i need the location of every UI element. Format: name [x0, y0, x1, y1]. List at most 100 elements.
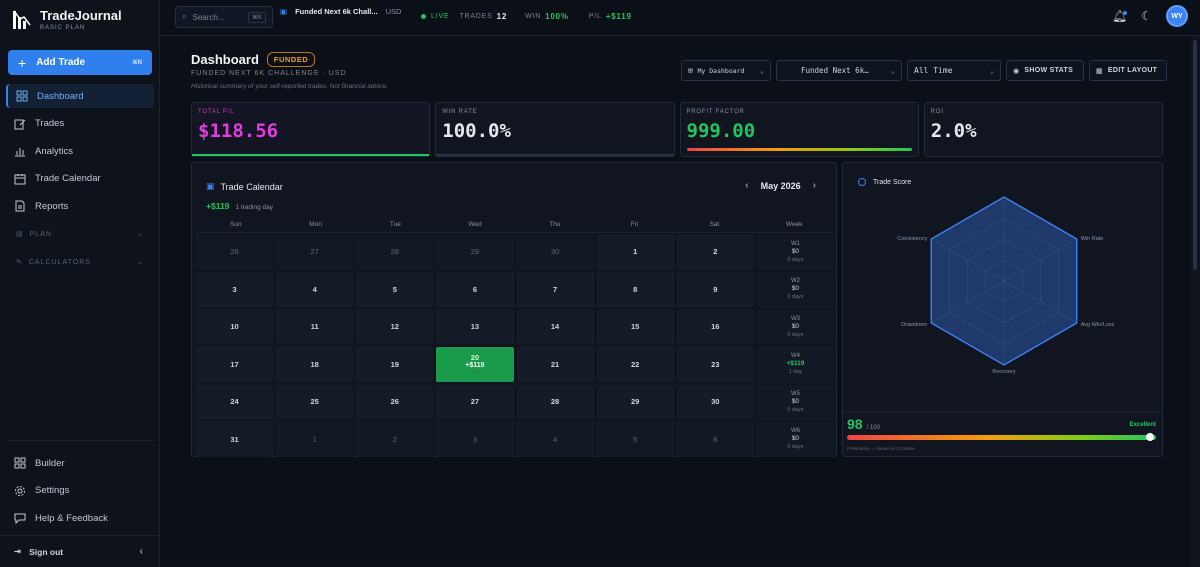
- calendar-day[interactable]: 4: [276, 272, 354, 307]
- avatar[interactable]: WY: [1166, 5, 1188, 27]
- profit-factor-gauge: [686, 148, 912, 151]
- calendar-day[interactable]: 14: [516, 309, 594, 344]
- range-select[interactable]: All Time ⌄: [907, 60, 1001, 81]
- calendar-day[interactable]: 6: [436, 272, 514, 307]
- calendar-icon: ▣: [280, 7, 288, 16]
- calendar-day[interactable]: 15: [596, 309, 674, 344]
- sidebar-item-builder[interactable]: Builder: [6, 451, 154, 475]
- sidebar-item-label: Settings: [35, 485, 70, 496]
- edit-layout-button[interactable]: ▦ EDIT LAYOUT: [1089, 60, 1167, 81]
- calendar-day[interactable]: 1: [276, 422, 354, 457]
- calendar-day[interactable]: 29: [596, 384, 674, 419]
- kpi-profit-factor[interactable]: PROFIT FACTOR 999.00: [679, 102, 919, 157]
- theme-toggle[interactable]: ☾: [1141, 9, 1152, 23]
- sidebar-item-analytics[interactable]: Analytics: [6, 139, 154, 163]
- calendar-day[interactable]: 3: [436, 422, 514, 457]
- collapse-sidebar-icon[interactable]: ‹: [140, 546, 143, 557]
- sidebar-item-settings[interactable]: Settings: [6, 479, 154, 503]
- prev-month-button[interactable]: ‹: [745, 180, 748, 191]
- calendar-day[interactable]: 18: [276, 347, 354, 382]
- day-number: 29: [631, 397, 640, 407]
- calendar-day[interactable]: 31: [196, 422, 274, 457]
- page-scrollbar[interactable]: [1190, 36, 1200, 567]
- kpi-label: WIN RATE: [442, 109, 478, 115]
- calendar-day[interactable]: 9: [676, 272, 754, 307]
- pl-value: +$119: [605, 12, 632, 21]
- calendar-day[interactable]: 23: [676, 347, 754, 382]
- chevron-down-icon: ⌄: [759, 66, 764, 75]
- calendar-day[interactable]: 24: [196, 384, 274, 419]
- calendar-day[interactable]: 8: [596, 272, 674, 307]
- sidebar-item-help[interactable]: Help & Feedback: [6, 506, 154, 530]
- calendar-day[interactable]: 26: [196, 234, 274, 269]
- page-subtitle: FUNDED NEXT 6K CHALLENGE · USD: [191, 70, 347, 77]
- account-select[interactable]: Funded Next 6k… ⌄: [776, 60, 902, 81]
- sidebar-item-trades[interactable]: Trades: [6, 112, 154, 136]
- calendar-day[interactable]: 17: [196, 347, 274, 382]
- kpi-win-rate[interactable]: WIN RATE 100.0%: [435, 102, 675, 157]
- calendar-header: ▣ Trade Calendar: [206, 181, 283, 192]
- calendar-day[interactable]: 26: [356, 384, 434, 419]
- calendar-day[interactable]: 5: [596, 422, 674, 457]
- scrollbar-thumb[interactable]: [1193, 40, 1197, 270]
- sidebar-item-dashboard[interactable]: Dashboard: [6, 84, 154, 108]
- calendar-day[interactable]: 27: [436, 384, 514, 419]
- calendar-day[interactable]: 7: [516, 272, 594, 307]
- week-summary[interactable]: W5 $0 0 days: [756, 384, 834, 419]
- sidebar-item-trade-calendar[interactable]: Trade Calendar: [6, 167, 154, 191]
- calendar-day[interactable]: 13: [436, 309, 514, 344]
- calendar-day-win[interactable]: 20 +$119 1 trade: [436, 347, 514, 382]
- day-number: 23: [711, 359, 720, 369]
- calendar-summary: +$119 1 trading day: [206, 201, 273, 211]
- kpi-roi[interactable]: ROI 2.0%: [923, 102, 1163, 157]
- calendar-week-row: 3 4 5 6 7 8 9 W2 $0 0 days: [196, 271, 834, 309]
- calendar-day[interactable]: 28: [356, 234, 434, 269]
- week-amt: $0: [791, 247, 800, 255]
- calendar-day[interactable]: 2: [676, 234, 754, 269]
- grid-icon: [14, 457, 26, 469]
- calendar-day[interactable]: 6: [676, 422, 754, 457]
- notification-button[interactable]: 🔔︎: [1112, 9, 1128, 23]
- app-logo[interactable]: TradeJournal BASIC PLAN: [12, 8, 122, 31]
- calendar-day[interactable]: 1: [596, 234, 674, 269]
- calendar-day[interactable]: 30: [676, 384, 754, 419]
- calendar-day[interactable]: 22: [596, 347, 674, 382]
- calendar-day[interactable]: 30: [516, 234, 594, 269]
- calendar-day[interactable]: 4: [516, 422, 594, 457]
- show-stats-button[interactable]: ◉ SHOW STATS: [1006, 60, 1084, 81]
- calendar-day[interactable]: 12: [356, 309, 434, 344]
- calendar-day[interactable]: 11: [276, 309, 354, 344]
- chevron-down-icon: ⌄: [989, 66, 994, 75]
- calendar-week-row: 24 25 26 27 28 29 30 W5 $0 0 days: [196, 383, 834, 421]
- weekday-header: Wed: [468, 221, 482, 228]
- calendar-day[interactable]: 29: [436, 234, 514, 269]
- add-trade-button[interactable]: + Add Trade ⌘N: [8, 50, 152, 75]
- search-input[interactable]: ⌕ Search... ⌘K: [175, 6, 273, 28]
- sidebar-group-plan[interactable]: ▤ PLAN ⌄: [6, 224, 154, 244]
- week-summary[interactable]: W3 $0 0 days: [756, 309, 834, 344]
- calendar-day[interactable]: 10: [196, 309, 274, 344]
- week-summary[interactable]: W4 +$119 1 day: [756, 347, 834, 382]
- next-month-button[interactable]: ›: [813, 180, 816, 191]
- calendar-day[interactable]: 16: [676, 309, 754, 344]
- calendar-day[interactable]: 3: [196, 272, 274, 307]
- calendar-day[interactable]: 27: [276, 234, 354, 269]
- layout-select[interactable]: ⊞ My Dashboard ⌄: [681, 60, 771, 81]
- week-wk: W3: [790, 315, 800, 322]
- sidebar-item-label: Help & Feedback: [35, 512, 108, 524]
- calendar-day[interactable]: 21: [516, 347, 594, 382]
- calendar-day[interactable]: 2: [356, 422, 434, 457]
- sign-out-button[interactable]: ⇥ Sign out ‹: [0, 535, 159, 567]
- sidebar-group-calculators[interactable]: ✎ CALCULATORS ⌄: [6, 252, 154, 272]
- week-summary[interactable]: W1 $0 0 days: [756, 234, 834, 269]
- week-summary[interactable]: W2 $0 0 days: [756, 272, 834, 307]
- calendar-day[interactable]: 28: [516, 384, 594, 419]
- kpi-total-pl[interactable]: TOTAL P/L $118.56: [191, 102, 431, 157]
- radar-axis-label: Win Rate: [1081, 236, 1104, 242]
- week-summary[interactable]: W6 $0 0 days: [756, 422, 834, 457]
- calendar-day[interactable]: 25: [276, 384, 354, 419]
- sidebar-item-reports[interactable]: Reports: [6, 194, 154, 218]
- calendar-day[interactable]: 19: [356, 347, 434, 382]
- calendar-day[interactable]: 5: [356, 272, 434, 307]
- account-selector[interactable]: ▣ Funded Next 6k Chall... USD: [280, 7, 401, 16]
